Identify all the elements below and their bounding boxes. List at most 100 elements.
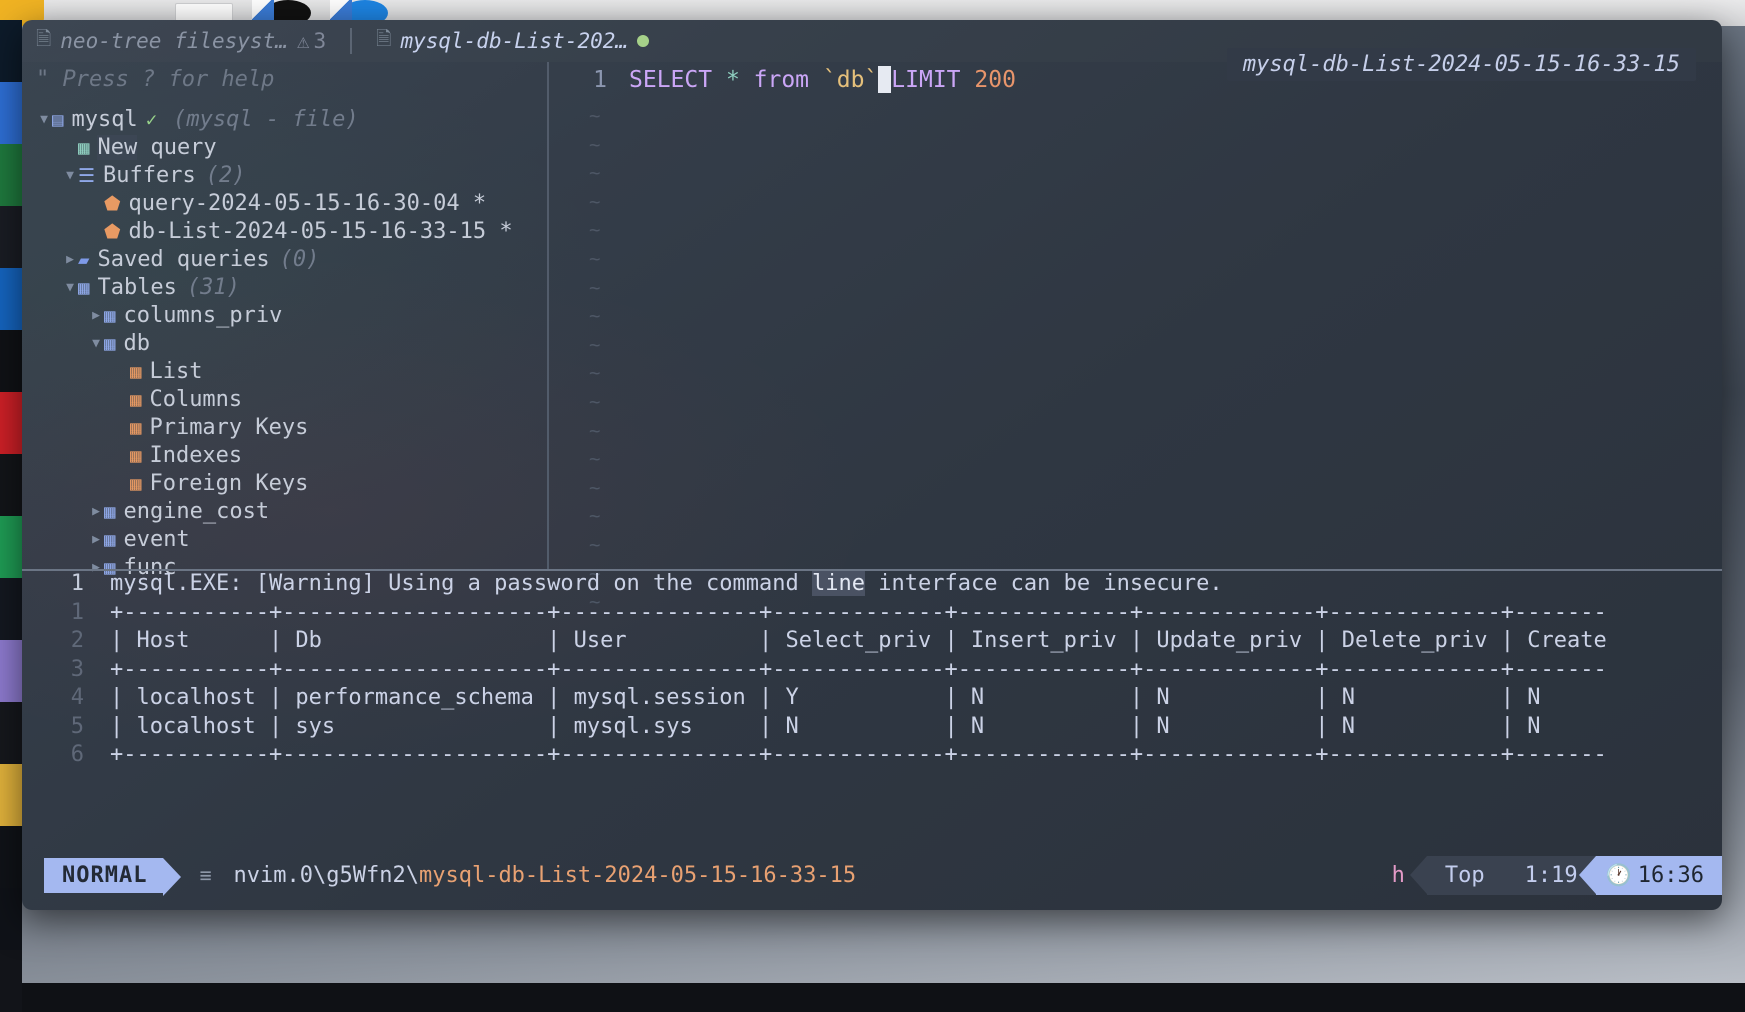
output-text-run: +-----------+--------------------+------… [110, 599, 1607, 625]
tree-item-engine-cost[interactable]: ▶ ▦ engine_cost [22, 498, 547, 526]
tree-item-label: db-List-2024-05-15-16-33-15 * [128, 219, 513, 244]
dock-icon-3[interactable] [0, 144, 22, 206]
buffer-path-file: mysql-db-List-2024-05-15-16-33-15 [418, 862, 857, 888]
tree-item-buffers[interactable]: ▼ ☰ Buffers (2) [22, 162, 547, 190]
tree-item-saved-queries[interactable]: ▶ ▰ Saved queries (0) [22, 246, 547, 274]
table-icon: ▦ [130, 361, 142, 383]
output-line: 3 +-----------+--------------------+-----… [22, 656, 1722, 685]
sql-token: 200 [974, 67, 1016, 93]
table-icon: ▦ [130, 445, 142, 467]
check-icon: ✓ [145, 109, 158, 131]
warning-icon: ⚠ [296, 29, 310, 53]
chevron-down-icon[interactable]: ▼ [62, 274, 78, 302]
tilde-marker: ~ [589, 219, 601, 242]
tree-item-label: Primary Keys [149, 415, 309, 440]
tree-item-label: query-2024-05-15-16-30-04 * [128, 191, 487, 216]
editor-line-number: 1 [593, 67, 607, 93]
dock-icon-8[interactable] [0, 454, 22, 516]
output-line-text: | localhost | sys | mysql.sys | N | N | … [110, 713, 1540, 742]
tree-item-new-query[interactable]: ▦ New query [22, 134, 547, 162]
tree-item-note: (2) [205, 163, 246, 188]
sql-token: from [753, 67, 823, 93]
query-output-pane[interactable]: 1 mysql.EXE: [Warning] Using a password o… [22, 570, 1722, 840]
sql-editor-pane[interactable]: 1 SELECT * from `db` LIMIT 200 ~ ~ ~ ~ ~ ~ ~ ~ ~ ~… [549, 62, 1722, 613]
text-cursor [878, 66, 892, 93]
dock-icon-14[interactable] [0, 826, 22, 888]
editor-line-1[interactable]: 1 SELECT * from `db` LIMIT 200 [549, 65, 1016, 95]
chevron-right-icon[interactable]: ▶ [88, 498, 104, 526]
dock-icon-5[interactable] [0, 268, 22, 330]
lines-icon: ≡ [199, 863, 212, 887]
buffer-path-prefix: nvim.0\g5Wfn2\ [233, 862, 419, 888]
tree-item-event[interactable]: ▶ ▦ event [22, 526, 547, 554]
dock-icon-4[interactable] [0, 206, 22, 268]
file-icon: 🗎 [376, 28, 392, 50]
database-icon: ▤ [52, 109, 64, 131]
tree-item-indexes[interactable]: ▦ Indexes [22, 442, 547, 470]
tree-item-db[interactable]: ▼ ▦ db [22, 330, 547, 358]
tree-item-note: (31) [186, 275, 240, 300]
table-icon: ▦ [130, 473, 142, 495]
tree-item-tables[interactable]: ▼ ▦ Tables (31) [22, 274, 547, 302]
mode-indicator: NORMAL [44, 857, 183, 896]
tree-item-primary-keys[interactable]: ▦ Primary Keys [22, 414, 547, 442]
list-icon: ☰ [78, 165, 96, 187]
tilde-marker: ~ [589, 390, 601, 413]
tilde-marker: ~ [589, 190, 601, 213]
tree-item-label: New query [97, 135, 217, 160]
tilde-marker: ~ [589, 533, 601, 556]
chevron-down-icon[interactable]: ▼ [62, 162, 78, 190]
tab-neo-tree[interactable]: 🗎 neo-tree filesyst… ⚠ 3 [22, 25, 340, 57]
tab-mysql-db-list[interactable]: 🗎 mysql-db-List-202… [362, 25, 663, 57]
sql-token: LIMIT [891, 67, 975, 93]
tree-item-label: Indexes [149, 443, 243, 468]
dock-icon-6[interactable] [0, 330, 22, 392]
chevron-right-icon[interactable]: ▶ [88, 526, 104, 554]
dock-icon-7[interactable] [0, 392, 22, 454]
dock-icon-15[interactable] [0, 888, 22, 950]
tree-item-label: engine_cost [123, 499, 270, 524]
tilde-marker: ~ [589, 362, 601, 385]
tree-item-columns[interactable]: ▦ Columns [22, 386, 547, 414]
chevron-right-icon[interactable]: ▶ [88, 302, 104, 330]
dock-icon-12[interactable] [0, 702, 22, 764]
dock-icon-9[interactable] [0, 516, 22, 578]
chevron-right-icon[interactable]: ▶ [62, 246, 78, 274]
dock-icon-2[interactable] [0, 82, 22, 144]
tree-item-label: List [149, 359, 203, 384]
output-line-text: +-----------+--------------------+------… [110, 656, 1607, 685]
sql-token: SELECT [629, 67, 726, 93]
chevron-down-icon[interactable]: ▼ [88, 330, 104, 358]
tilde-marker: ~ [589, 448, 601, 471]
buffer-path: nvim.0\g5Wfn2\mysql-db-List-2024-05-15-1… [234, 863, 857, 888]
neo-tree-rows[interactable]: ▼ ▤ mysql ✓ (mysql - file) ▦ New query ▼ ☰ Buffer… [22, 106, 547, 582]
output-line-number: 1 [70, 571, 84, 596]
dock-icon-1[interactable] [0, 20, 22, 82]
tree-item-columns-priv[interactable]: ▶ ▦ columns_priv [22, 302, 547, 330]
chevron-down-icon[interactable]: ▼ [36, 106, 52, 134]
tab-separator [350, 28, 353, 54]
dock-icon-11[interactable] [0, 640, 22, 702]
sql-query-text[interactable]: SELECT * from `db` LIMIT 200 [629, 66, 1016, 94]
desktop-dock[interactable] [0, 20, 22, 1012]
clock-icon: 🕐 [1605, 862, 1632, 887]
table-icon: ▦ [104, 501, 116, 523]
statusline: NORMAL ≡ nvim.0\g5Wfn2\mysql-db-List-202… [22, 840, 1722, 910]
output-line: 2 | Host | Db | User | Select_priv | Inse… [22, 627, 1722, 656]
output-text-run: mysql.EXE: [Warning] Using a password on… [110, 571, 812, 596]
scroll-position-label: Top [1444, 862, 1485, 888]
dock-icon-16[interactable] [0, 950, 22, 1012]
tree-item-foreign-keys[interactable]: ▦ Foreign Keys [22, 470, 547, 498]
tree-item-list[interactable]: ▦ List [22, 358, 547, 386]
tree-item-query-2024-05-15-16-30-04[interactable]: ⬟ query-2024-05-15-16-30-04 * [22, 190, 547, 218]
tree-item-mysql[interactable]: ▼ ▤ mysql ✓ (mysql - file) [22, 106, 547, 134]
tree-item-db-list-2024-05-15-16-33-15[interactable]: ⬟ db-List-2024-05-15-16-33-15 * [22, 218, 547, 246]
output-line-number: 1 [70, 599, 84, 625]
clock-value: 16:36 [1637, 862, 1704, 888]
table-icon: ▦ [130, 389, 142, 411]
output-line-text: | localhost | performance_schema | mysql… [110, 684, 1540, 713]
dock-icon-13[interactable] [0, 764, 22, 826]
neo-tree-sidebar[interactable]: " Press ? for help ▼ ▤ mysql ✓ (mysql - file… [22, 62, 547, 580]
dock-icon-10[interactable] [0, 578, 22, 640]
green-dot-icon [637, 35, 650, 47]
